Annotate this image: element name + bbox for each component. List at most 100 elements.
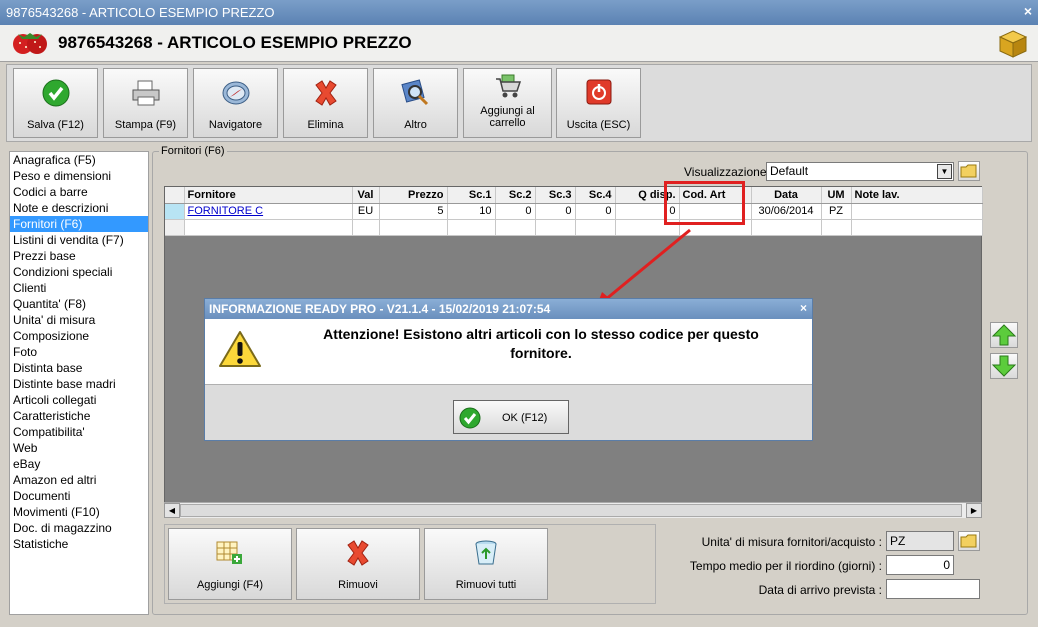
cell-empty[interactable]: [352, 219, 380, 236]
supplier-link[interactable]: FORNITORE C: [188, 205, 264, 217]
cell-price[interactable]: 5: [379, 203, 448, 220]
cell-supplier[interactable]: FORNITORE C: [184, 203, 353, 220]
grid-horizontal-scrollbar[interactable]: ◀ ▶: [164, 502, 982, 518]
info-dialog: INFORMAZIONE READY PRO - V21.1.4 - 15/02…: [204, 298, 813, 441]
add-to-cart-button[interactable]: Aggiungi al carrello: [463, 68, 552, 138]
exit-button[interactable]: Uscita (ESC): [556, 68, 641, 138]
window-close-button[interactable]: ×: [1024, 3, 1032, 19]
cell-empty[interactable]: [851, 219, 983, 236]
cube-icon[interactable]: [998, 29, 1028, 59]
cell-date[interactable]: 30/06/2014: [751, 203, 822, 220]
arrow-up-icon: [991, 324, 1017, 346]
cell-discount1[interactable]: 10: [447, 203, 496, 220]
sidebar-item[interactable]: Articoli collegati: [10, 392, 148, 408]
cell-empty[interactable]: [379, 219, 448, 236]
um-field[interactable]: PZ: [886, 531, 954, 551]
scroll-right-icon[interactable]: ▶: [966, 503, 982, 518]
move-up-button[interactable]: [990, 322, 1018, 348]
cell-discount2[interactable]: 0: [495, 203, 536, 220]
sidebar-item[interactable]: Listini di vendita (F7): [10, 232, 148, 248]
sidebar-item[interactable]: Peso e dimensioni: [10, 168, 148, 184]
sidebar-item[interactable]: Foto: [10, 344, 148, 360]
sidebar-item[interactable]: Composizione: [10, 328, 148, 344]
dialog-titlebar: INFORMAZIONE READY PRO - V21.1.4 - 15/02…: [205, 299, 812, 319]
sidebar-item[interactable]: Unita' di misura: [10, 312, 148, 328]
col-header-discount2[interactable]: Sc.2: [495, 187, 536, 204]
window-title: 9876543268 - ARTICOLO ESEMPIO PREZZO: [6, 5, 275, 20]
chevron-down-icon[interactable]: ▼: [937, 164, 952, 179]
cell-notes[interactable]: [851, 203, 983, 220]
cell-discount3[interactable]: 0: [535, 203, 576, 220]
scroll-thumb[interactable]: [180, 504, 962, 517]
sidebar-item[interactable]: Statistiche: [10, 536, 148, 552]
sidebar-item[interactable]: Condizioni speciali: [10, 264, 148, 280]
sidebar-item[interactable]: Distinta base: [10, 360, 148, 376]
col-header-date[interactable]: Data: [751, 187, 822, 204]
scroll-left-icon[interactable]: ◀: [164, 503, 180, 518]
cell-um[interactable]: PZ: [821, 203, 852, 220]
sidebar-item[interactable]: eBay: [10, 456, 148, 472]
arrival-date-field[interactable]: [886, 579, 980, 599]
col-header-price[interactable]: Prezzo: [379, 187, 448, 204]
sidebar-item[interactable]: Anagrafica (F5): [10, 152, 148, 168]
col-header-currency[interactable]: Val: [352, 187, 380, 204]
sidebar-item[interactable]: Note e descrizioni: [10, 200, 148, 216]
sidebar-item[interactable]: Movimenti (F10): [10, 504, 148, 520]
add-button[interactable]: Aggiungi (F4): [168, 528, 292, 600]
col-header-supplier[interactable]: Fornitore: [184, 187, 353, 204]
cell-empty[interactable]: [535, 219, 576, 236]
dialog-footer: OK (F12): [205, 384, 812, 440]
save-button[interactable]: Salva (F12): [13, 68, 98, 138]
col-header-um[interactable]: UM: [821, 187, 852, 204]
cell-discount4[interactable]: 0: [575, 203, 616, 220]
cell-empty[interactable]: [495, 219, 536, 236]
cell-empty[interactable]: [447, 219, 496, 236]
cell-empty[interactable]: [751, 219, 822, 236]
table-row[interactable]: FORNITORE C EU 5 10 0 0 0 0 30/06/2014 P…: [165, 203, 983, 220]
move-down-button[interactable]: [990, 353, 1018, 379]
sidebar-item[interactable]: Distinte base madri: [10, 376, 148, 392]
remove-button[interactable]: Rimuovi: [296, 528, 420, 600]
print-button[interactable]: Stampa (F9): [103, 68, 188, 138]
recycle-bin-icon: [475, 540, 497, 565]
sidebar-item[interactable]: Quantita' (F8): [10, 296, 148, 312]
cell-empty[interactable]: [821, 219, 852, 236]
cell-empty[interactable]: [575, 219, 616, 236]
cart-label-line2: carrello: [489, 117, 526, 129]
grid-corner: [165, 187, 185, 204]
check-icon: [42, 79, 69, 107]
row-indicator[interactable]: [165, 203, 185, 220]
sidebar-item[interactable]: Prezzi base: [10, 248, 148, 264]
sidebar-item[interactable]: Compatibilita': [10, 424, 148, 440]
lead-time-field[interactable]: 0: [886, 555, 954, 575]
row-indicator[interactable]: [165, 219, 185, 236]
dialog-close-button[interactable]: ×: [800, 301, 807, 315]
sidebar-item[interactable]: Fornitori (F6): [10, 216, 148, 232]
sidebar-item[interactable]: Web: [10, 440, 148, 456]
col-header-discount1[interactable]: Sc.1: [447, 187, 496, 204]
view-select[interactable]: Default ▼: [766, 162, 954, 181]
highlight-box: [664, 181, 745, 225]
sidebar-item[interactable]: Amazon ed altri: [10, 472, 148, 488]
check-icon: [459, 407, 481, 429]
table-row-new[interactable]: [165, 219, 983, 236]
view-folder-button[interactable]: [958, 161, 980, 181]
dialog-message-line2: fornitore.: [510, 345, 572, 361]
ok-button[interactable]: OK (F12): [453, 400, 569, 434]
delete-button[interactable]: Elimina: [283, 68, 368, 138]
sidebar-item[interactable]: Codici a barre: [10, 184, 148, 200]
col-header-discount4[interactable]: Sc.4: [575, 187, 616, 204]
cell-empty[interactable]: [184, 219, 353, 236]
sidebar-item[interactable]: Documenti: [10, 488, 148, 504]
sidebar-item[interactable]: Caratteristiche: [10, 408, 148, 424]
sidebar-item[interactable]: Clienti: [10, 280, 148, 296]
col-header-notes[interactable]: Note lav.: [851, 187, 983, 204]
cell-currency[interactable]: EU: [352, 203, 380, 220]
um-folder-button[interactable]: [958, 531, 980, 551]
remove-all-button[interactable]: Rimuovi tutti: [424, 528, 548, 600]
section-nav-list: Anagrafica (F5) Peso e dimensioni Codici a…: [9, 151, 149, 615]
col-header-discount3[interactable]: Sc.3: [535, 187, 576, 204]
navigator-button[interactable]: Navigatore: [193, 68, 278, 138]
sidebar-item[interactable]: Doc. di magazzino: [10, 520, 148, 536]
other-button[interactable]: Altro: [373, 68, 458, 138]
